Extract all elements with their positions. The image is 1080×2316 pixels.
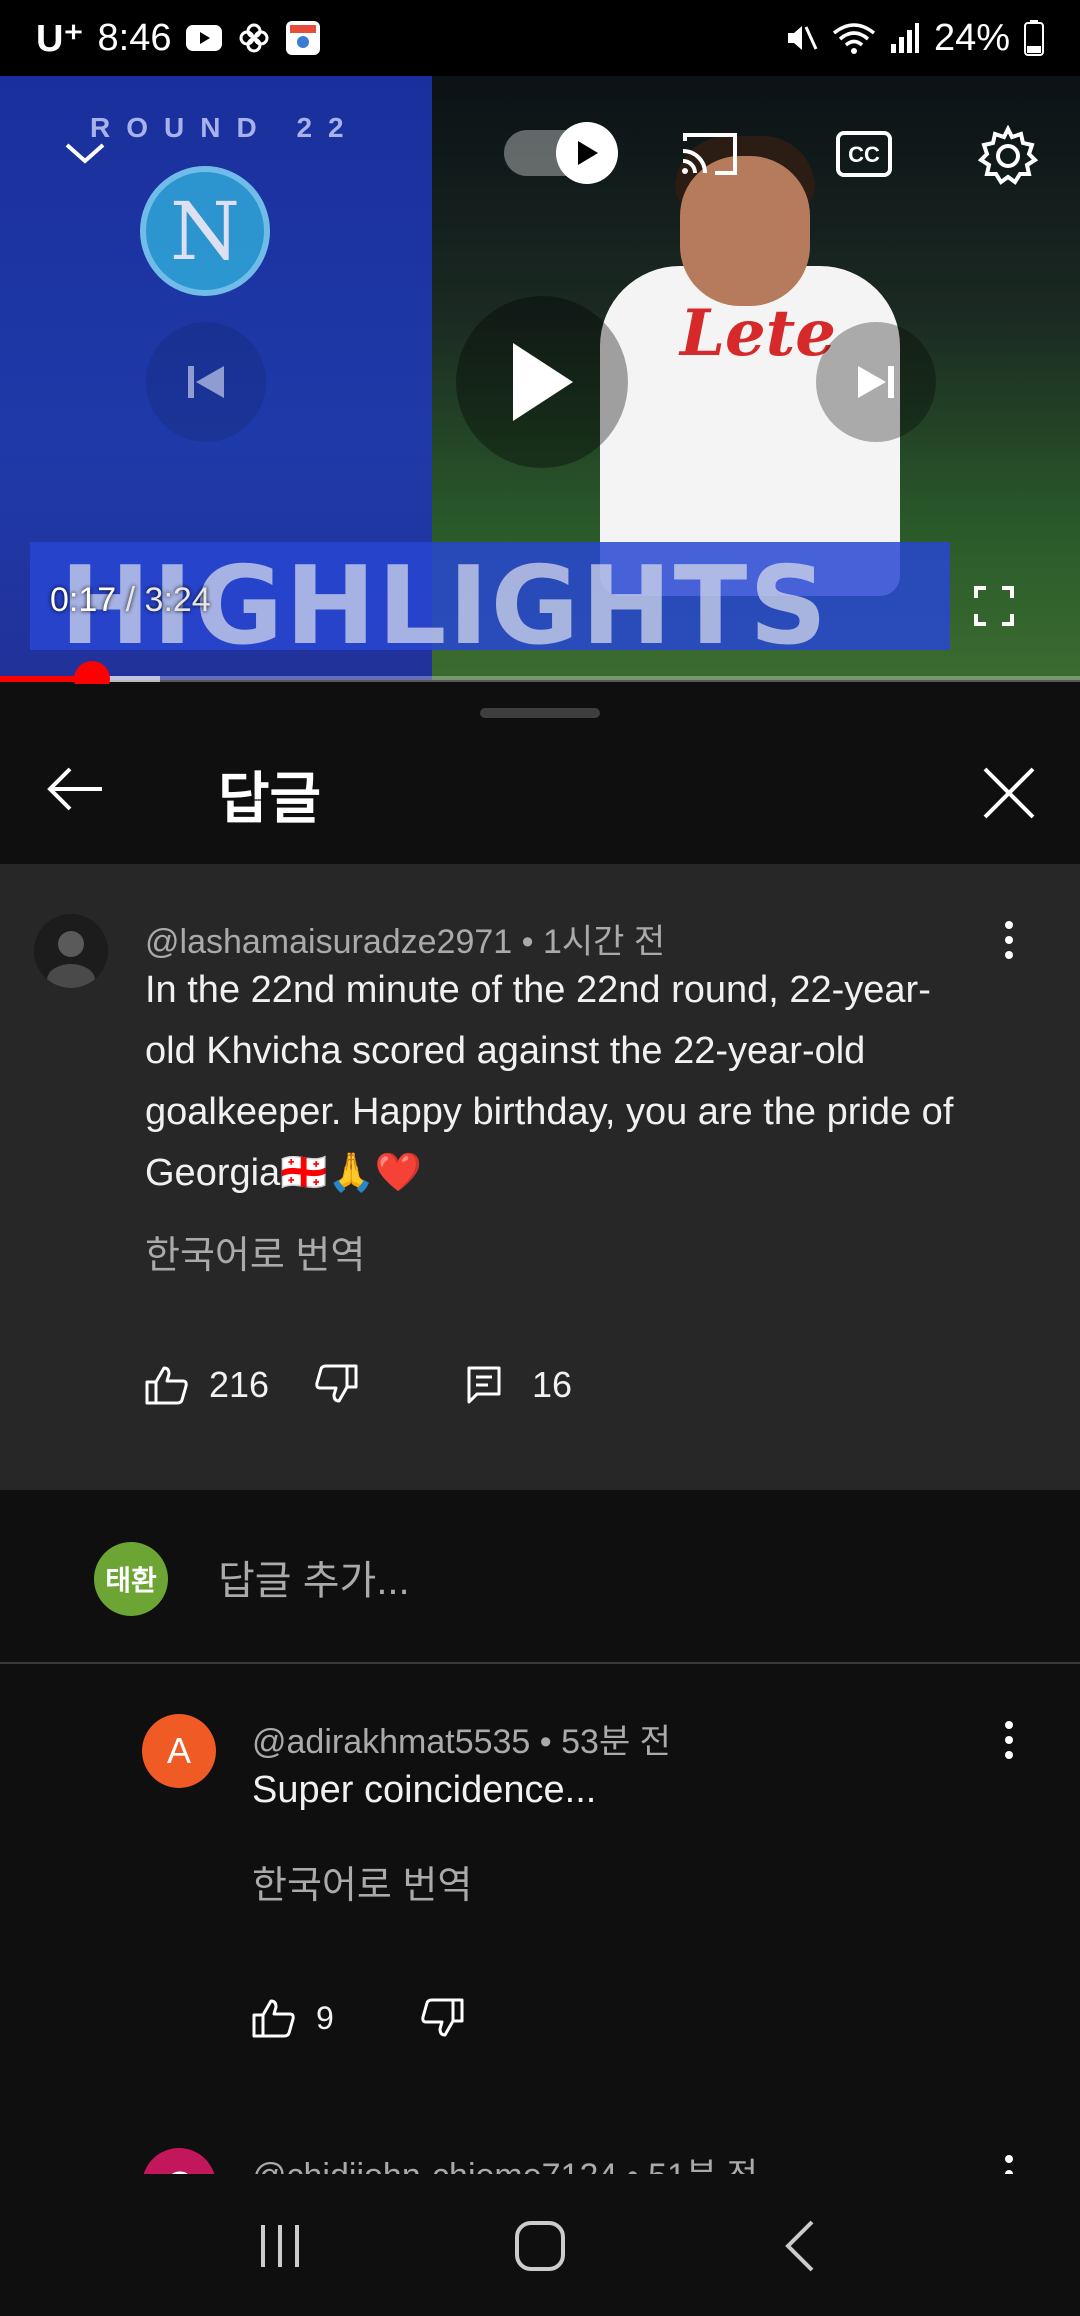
home-button[interactable] <box>480 2196 600 2296</box>
meta-dot: • <box>512 923 543 961</box>
reply-dislike-button[interactable] <box>420 1998 464 2038</box>
shirt-sponsor-text: Lete <box>680 296 836 371</box>
back-nav-button[interactable] <box>740 2196 860 2296</box>
reply-like-count: 9 <box>316 1999 334 2036</box>
back-button[interactable] <box>40 754 110 824</box>
play-icon <box>513 343 573 421</box>
next-button[interactable] <box>816 322 936 442</box>
reply-count: 16 <box>532 1364 573 1405</box>
replies-count-button[interactable]: 16 <box>466 1364 572 1406</box>
drag-handle[interactable] <box>480 708 600 718</box>
autoplay-toggle[interactable] <box>504 122 618 184</box>
close-icon <box>983 767 1035 819</box>
home-icon <box>515 2221 565 2271</box>
gear-icon <box>977 125 1039 185</box>
panel-header: 답글 <box>0 724 1080 864</box>
chevron-down-icon <box>65 143 105 164</box>
more-vert-icon <box>1005 921 1013 959</box>
skip-previous-icon <box>188 366 224 398</box>
comment-author[interactable]: @lashamaisuradze2971 <box>145 923 512 961</box>
settings-button[interactable] <box>970 120 1046 192</box>
parent-comment: @lashamaisuradze2971 • 1시간 전 In the 22nd… <box>0 864 1080 1490</box>
battery-percent: 24% <box>933 16 1010 59</box>
youtube-notification-icon <box>185 24 223 52</box>
comment-age: 1시간 전 <box>542 923 666 961</box>
replies-panel: 답글 @lashamaisuradze2971 • 1시간 전 In the 2… <box>0 684 1080 2184</box>
dislike-button[interactable] <box>314 1364 358 1404</box>
reply-more-button[interactable] <box>984 2144 1034 2174</box>
playback-time: 0:17 / 3:24 <box>50 581 211 620</box>
like-count: 216 <box>209 1364 270 1405</box>
arrow-left-icon <box>47 767 102 811</box>
thumbs-up-icon <box>145 1366 188 1405</box>
video-player[interactable]: ROUND 22 N Lete HIGHLIGHTS CC 0:17 / 3:2… <box>0 76 1080 680</box>
close-button[interactable] <box>970 754 1048 832</box>
comment-meta: @lashamaisuradze2971 • 1시간 전 <box>145 914 665 963</box>
thumbs-down-icon <box>421 1998 464 2037</box>
reply-item: A @adirakhmat5535 • 53분 전 Super coincide… <box>0 1664 1080 2104</box>
comment-more-button[interactable] <box>984 910 1034 970</box>
reply-meta: @chidijohn-chieme7124 • 51분 전 <box>252 2148 758 2174</box>
battery-icon <box>1024 20 1044 56</box>
reply-item: C @chidijohn-chieme7124 • 51분 전 <box>0 2104 1080 2174</box>
time-separator: / <box>116 581 145 619</box>
cast-button[interactable] <box>672 122 748 186</box>
reply-meta: @adirakhmat5535 • 53분 전 <box>252 1714 671 1763</box>
signal-icon <box>890 22 920 54</box>
app-notification-icon <box>285 20 321 56</box>
more-vert-icon <box>1005 2155 1013 2174</box>
round-label: ROUND 22 <box>90 112 360 143</box>
meta-dot: • <box>530 1723 562 1761</box>
autoplay-play-icon <box>578 141 598 165</box>
chevron-left-icon <box>785 2220 814 2272</box>
reply-author[interactable]: @adirakhmat5535 <box>252 1723 530 1761</box>
reply-age: 51분 전 <box>648 2157 758 2174</box>
reply-avatar[interactable]: C <box>142 2148 216 2174</box>
like-button[interactable]: 216 <box>145 1364 269 1406</box>
add-reply-row[interactable]: 태환 답글 추가... <box>0 1490 1080 1664</box>
duration: 3:24 <box>144 581 211 619</box>
fullscreen-icon <box>974 586 1014 626</box>
thumbs-down-icon <box>315 1364 358 1403</box>
add-reply-input[interactable]: 답글 추가... <box>218 1548 410 1606</box>
my-avatar[interactable]: 태환 <box>94 1542 168 1616</box>
clock: 8:46 <box>97 16 172 59</box>
carrier-label: U⁺ <box>36 17 84 60</box>
reply-like-button[interactable]: 9 <box>252 1998 334 2038</box>
meta-dot: • <box>617 2157 648 2174</box>
comment-icon <box>467 1366 501 1404</box>
translate-link[interactable]: 한국어로 번역 <box>252 1854 472 1909</box>
recent-apps-button[interactable] <box>220 2196 340 2296</box>
thumbs-up-icon <box>252 1999 295 2038</box>
more-vert-icon <box>1005 1721 1013 1759</box>
reply-text: Super coincidence... <box>252 1769 597 1811</box>
play-button[interactable] <box>456 296 628 468</box>
reply-age: 53분 전 <box>561 1723 671 1761</box>
mute-icon <box>784 21 818 55</box>
pinwheel-icon <box>237 21 271 55</box>
cast-icon <box>682 133 737 175</box>
translate-link[interactable]: 한국어로 번역 <box>145 1224 365 1279</box>
current-time: 0:17 <box>50 581 117 619</box>
wifi-icon <box>832 21 876 55</box>
minimize-button[interactable] <box>50 128 120 178</box>
cc-icon: CC <box>836 131 892 177</box>
progress-bar[interactable] <box>0 661 1080 697</box>
reply-avatar[interactable]: A <box>142 1714 216 1788</box>
comment-text: In the 22nd minute of the 22nd round, 22… <box>145 969 954 1194</box>
status-bar: U⁺ 8:46 24% <box>0 0 1080 76</box>
system-nav-bar <box>0 2176 1080 2316</box>
recents-icon <box>261 2225 299 2267</box>
avatar[interactable] <box>34 914 108 988</box>
reply-author[interactable]: @chidijohn-chieme7124 <box>252 2157 617 2174</box>
panel-title: 답글 <box>218 767 322 830</box>
fullscreen-button[interactable] <box>964 576 1024 636</box>
captions-button[interactable]: CC <box>824 122 904 186</box>
user-photo-icon <box>34 914 108 988</box>
skip-next-icon <box>858 366 894 398</box>
svg-text:CC: CC <box>848 142 880 167</box>
club-logo: N <box>140 166 270 296</box>
previous-button[interactable] <box>146 322 266 442</box>
